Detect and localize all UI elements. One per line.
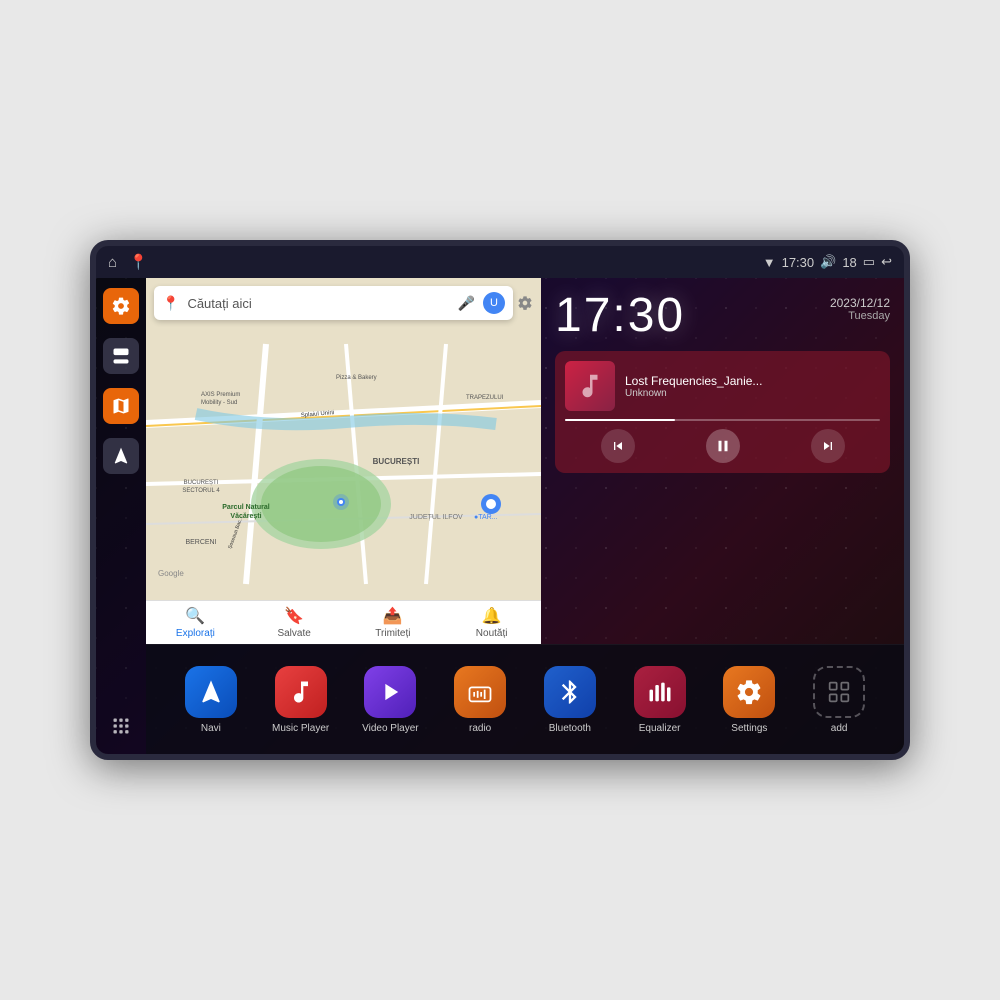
day-display: Tuesday — [830, 310, 890, 322]
app-bluetooth[interactable]: Bluetooth — [535, 666, 605, 734]
back-arrow-icon[interactable]: ↩ — [881, 254, 892, 270]
app-equalizer[interactable]: Equalizer — [625, 666, 695, 734]
map-nav-saved[interactable]: 🔖 Salvate — [245, 601, 344, 644]
svg-text:TRAPEZULUI: TRAPEZULUI — [466, 395, 504, 401]
navi-icon — [185, 666, 237, 718]
news-label: Noutăți — [476, 628, 508, 639]
clock-display: 17:30 — [555, 288, 685, 343]
radio-icon — [454, 666, 506, 718]
map-nav-news[interactable]: 🔔 Noutăți — [442, 601, 541, 644]
svg-text:Parcul Natural: Parcul Natural — [222, 504, 270, 511]
map-content: Parcul Natural Văcărești BUCUREȘTI JUDEȚ… — [146, 328, 541, 600]
add-icon — [813, 666, 865, 718]
add-label: add — [831, 723, 848, 734]
status-bar: ⌂ 📍 ▼ 17:30 🔊 18 ▭ ↩ — [96, 246, 904, 278]
map-search-bar[interactable]: 📍 Căutați aici 🎤 U — [154, 286, 513, 320]
volume-icon: 🔊 — [820, 254, 836, 270]
video-player-icon — [364, 666, 416, 718]
equalizer-label: Equalizer — [639, 723, 681, 734]
svg-text:Google: Google — [158, 569, 184, 578]
status-time: 17:30 — [782, 255, 815, 270]
google-maps-icon: 📍 — [162, 295, 179, 312]
bluetooth-icon — [544, 666, 596, 718]
microphone-icon[interactable]: 🎤 — [458, 295, 475, 312]
svg-text:Văcărești: Văcărești — [230, 513, 261, 520]
clock-date: 2023/12/12 Tuesday — [830, 288, 890, 322]
car-head-unit: ⌂ 📍 ▼ 17:30 🔊 18 ▭ ↩ — [90, 240, 910, 760]
svg-text:Mobility - Sud: Mobility - Sud — [201, 400, 237, 406]
map-nav-share[interactable]: 📤 Trimiteți — [344, 601, 443, 644]
map-settings-icon[interactable] — [513, 286, 537, 320]
wifi-icon: ▼ — [763, 255, 776, 270]
explore-label: Explorați — [176, 628, 215, 639]
battery-icon: ▭ — [863, 254, 875, 270]
next-track-button[interactable] — [811, 429, 845, 463]
sidebar-map-button[interactable] — [103, 388, 139, 424]
video-player-label: Video Player — [362, 723, 419, 734]
main-screen: 📍 Căutați aici 🎤 U — [96, 278, 904, 754]
app-music-player[interactable]: Music Player — [266, 666, 336, 734]
battery-level: 18 — [842, 255, 856, 270]
bluetooth-label: Bluetooth — [549, 723, 591, 734]
svg-text:BUCUREȘTI: BUCUREȘTI — [184, 480, 219, 486]
app-radio[interactable]: radio — [445, 666, 515, 734]
map-nav-explore[interactable]: 🔍 Explorați — [146, 601, 245, 644]
equalizer-icon — [634, 666, 686, 718]
music-player-label: Music Player — [272, 723, 329, 734]
svg-text:Pizza & Bakery: Pizza & Bakery — [336, 375, 377, 381]
map-pin-icon[interactable]: 📍 — [129, 253, 148, 271]
app-navi[interactable]: Navi — [176, 666, 246, 734]
svg-text:BUCUREȘTI: BUCUREȘTI — [373, 457, 420, 466]
music-controls — [565, 429, 880, 463]
prev-track-button[interactable] — [601, 429, 635, 463]
news-icon: 🔔 — [482, 606, 502, 626]
pause-button[interactable] — [706, 429, 740, 463]
saved-label: Salvate — [277, 628, 310, 639]
sidebar-navigate-button[interactable] — [103, 438, 139, 474]
share-icon: 📤 — [383, 606, 403, 626]
app-video-player[interactable]: Video Player — [355, 666, 425, 734]
album-art-inner — [565, 361, 615, 411]
settings-label: Settings — [731, 723, 767, 734]
svg-text:SECTORUL 4: SECTORUL 4 — [182, 488, 220, 494]
top-section: 📍 Căutați aici 🎤 U — [146, 278, 904, 644]
music-player-icon — [275, 666, 327, 718]
navi-label: Navi — [201, 723, 221, 734]
svg-text:BERCENI: BERCENI — [185, 539, 216, 546]
svg-text:JUDEȚUL ILFOV: JUDEȚUL ILFOV — [409, 514, 463, 521]
map-search-input[interactable]: Căutați aici — [187, 296, 449, 311]
svg-text:AXIS Premium: AXIS Premium — [201, 392, 240, 398]
music-info: Lost Frequencies_Janie... Unknown — [565, 361, 880, 411]
clock-widget: 17:30 2023/12/12 Tuesday — [555, 288, 890, 343]
sidebar-layers-button[interactable] — [103, 338, 139, 374]
music-progress-bar[interactable] — [565, 419, 880, 421]
content-area: 📍 Căutați aici 🎤 U — [146, 278, 904, 754]
radio-label: radio — [469, 723, 491, 734]
sidebar — [96, 278, 146, 754]
saved-icon: 🔖 — [284, 606, 304, 626]
album-art — [565, 361, 615, 411]
share-label: Trimiteți — [375, 628, 410, 639]
settings-icon — [723, 666, 775, 718]
date-display: 2023/12/12 — [830, 296, 890, 310]
app-add[interactable]: add — [804, 666, 874, 734]
music-widget[interactable]: Lost Frequencies_Janie... Unknown — [555, 351, 890, 473]
home-icon[interactable]: ⌂ — [108, 254, 117, 271]
app-grid: Navi Music Player Video Player — [146, 644, 904, 754]
map-bottom-nav: 🔍 Explorați 🔖 Salvate 📤 Trimiteți � — [146, 600, 541, 644]
info-panel: 17:30 2023/12/12 Tuesday — [541, 278, 904, 644]
sidebar-grid-button[interactable] — [103, 708, 139, 744]
user-avatar[interactable]: U — [483, 292, 505, 314]
music-details: Lost Frequencies_Janie... Unknown — [625, 374, 880, 399]
app-settings[interactable]: Settings — [714, 666, 784, 734]
music-progress-fill — [565, 419, 675, 421]
map-panel[interactable]: 📍 Căutați aici 🎤 U — [146, 278, 541, 644]
sidebar-settings-button[interactable] — [103, 288, 139, 324]
explore-icon: 🔍 — [185, 606, 205, 626]
svg-text:●TAR...: ●TAR... — [474, 514, 498, 521]
music-title: Lost Frequencies_Janie... — [625, 374, 880, 388]
music-artist: Unknown — [625, 388, 880, 399]
